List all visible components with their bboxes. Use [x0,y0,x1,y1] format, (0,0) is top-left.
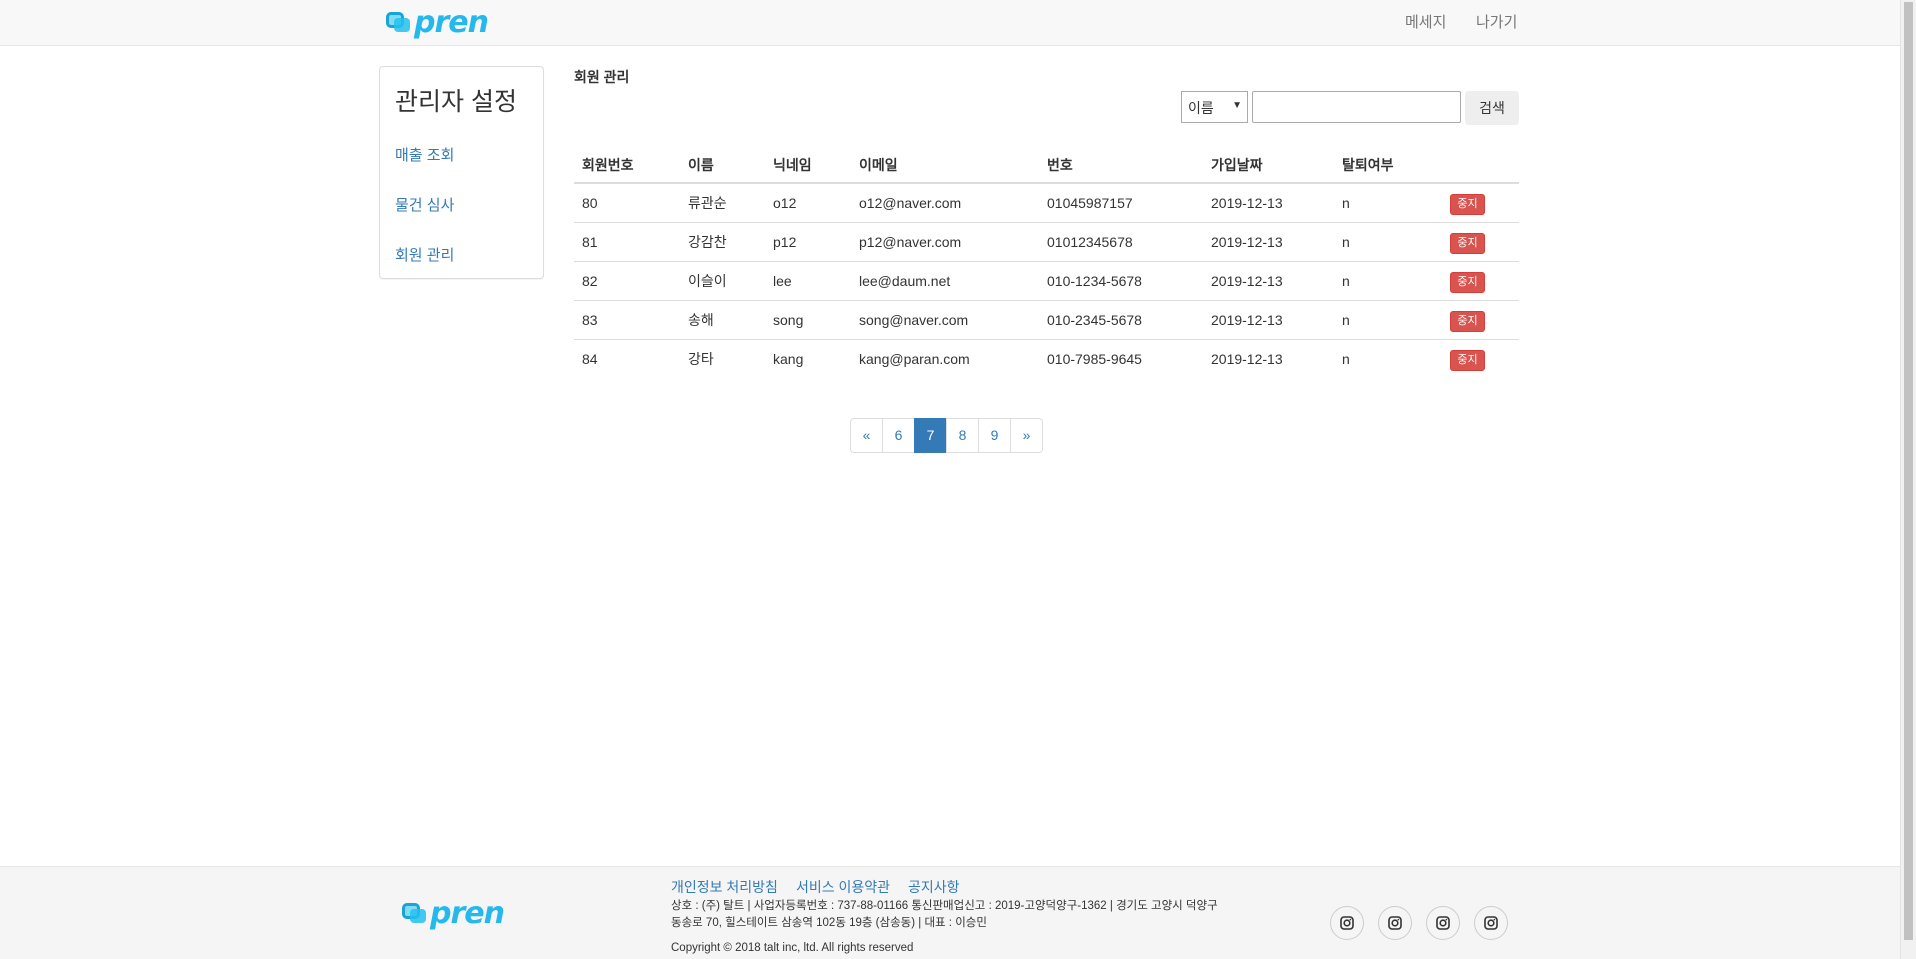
logo-mark-icon [386,12,412,34]
table-row: 80 류관순 o12 o12@naver.com 01045987157 201… [574,182,1519,222]
table-row: 81 강감찬 p12 p12@naver.com 01012345678 201… [574,221,1519,261]
table-row: 82 이슬이 lee lee@daum.net 010-1234-5678 20… [574,260,1519,300]
member-name: 강타 [680,338,765,378]
column-header [1442,148,1519,184]
sidebar-item-review[interactable]: 물건 심사 [395,194,454,215]
column-header: 탈퇴여부 [1334,148,1442,184]
pagination-next[interactable]: » [1010,418,1043,453]
member-id: 83 [574,299,680,339]
member-nickname: lee [765,260,851,300]
logo-text: pren [414,5,489,40]
member-id: 84 [574,338,680,378]
member-email: o12@naver.com [851,182,1039,222]
member-phone: 010-1234-5678 [1039,260,1203,300]
logo-mark-icon [402,903,428,925]
copyright: Copyright © 2018 talt inc, ltd. All righ… [671,942,914,954]
pagination-page[interactable]: 9 [978,418,1011,453]
member-nickname: o12 [765,182,851,222]
member-withdrawn: n [1334,299,1442,339]
footer: pren 개인정보 처리방침 서비스 이용약관 공지사항 상호 : (주) 탈트 |… [0,866,1900,959]
logo-text: pren [430,896,505,931]
footer-logo[interactable]: pren [402,896,505,931]
member-id: 82 [574,260,680,300]
member-email: lee@daum.net [851,260,1039,300]
nav-message-link[interactable]: 메세지 [1405,11,1446,32]
suspend-button[interactable]: 중지 [1450,350,1485,372]
column-header: 닉네임 [765,148,851,184]
member-name: 이슬이 [680,260,765,300]
page-title: 회원 관리 [574,69,630,85]
member-join-date: 2019-12-13 [1203,260,1334,300]
member-withdrawn: n [1334,338,1442,378]
member-nickname: p12 [765,221,851,261]
member-phone: 010-2345-5678 [1039,299,1203,339]
terms-link[interactable]: 서비스 이용약관 [796,879,890,895]
column-header: 이메일 [851,148,1039,184]
company-info: 상호 : (주) 탈트 | 사업자등록번호 : 737-88-01166 통신판… [671,900,1218,929]
table-header-row: 회원번호 이름 닉네임 이메일 번호 가입날짜 탈퇴여부 [574,148,1519,184]
suspend-button[interactable]: 중지 [1450,311,1485,332]
member-id: 81 [574,221,680,261]
nav-exit-link[interactable]: 나가기 [1476,11,1517,32]
member-withdrawn: n [1334,260,1442,300]
member-phone: 01045987157 [1039,182,1203,222]
search-button[interactable]: 검색 [1465,91,1519,125]
instagram-icon[interactable] [1378,906,1412,940]
member-nickname: kang [765,338,851,378]
members-table: 회원번호 이름 닉네임 이메일 번호 가입날짜 탈퇴여부 80 류관순 o12 … [574,148,1519,378]
instagram-icon[interactable] [1426,906,1460,940]
member-email: kang@paran.com [851,338,1039,378]
member-withdrawn: n [1334,182,1442,222]
brand-logo[interactable]: pren [386,5,489,40]
pagination: « 6 7 8 9 » [850,418,1043,453]
suspend-button[interactable]: 중지 [1450,233,1485,254]
pagination-page[interactable]: 8 [946,418,979,453]
member-phone: 01012345678 [1039,221,1203,261]
column-header: 이름 [680,148,765,184]
member-email: p12@naver.com [851,221,1039,261]
table-row: 84 강타 kang kang@paran.com 010-7985-9645 … [574,338,1519,378]
admin-sidebar: 관리자 설정 매출 조회 물건 심사 회원 관리 [379,66,544,279]
footer-links: 개인정보 처리방침 서비스 이용약관 공지사항 [671,877,978,897]
suspend-button[interactable]: 중지 [1450,194,1485,216]
search-type-select[interactable]: 이름 ▼ [1181,91,1248,123]
member-name: 강감찬 [680,221,765,261]
instagram-icon[interactable] [1474,906,1508,940]
table-row: 83 송해 song song@naver.com 010-2345-5678 … [574,299,1519,339]
member-id: 80 [574,182,680,222]
sidebar-item-sales[interactable]: 매출 조회 [395,144,454,165]
pagination-prev[interactable]: « [850,418,883,453]
member-nickname: song [765,299,851,339]
member-join-date: 2019-12-13 [1203,299,1334,339]
member-name: 류관순 [680,182,765,222]
member-join-date: 2019-12-13 [1203,338,1334,378]
member-withdrawn: n [1334,221,1442,261]
member-phone: 010-7985-9645 [1039,338,1203,378]
member-name: 송해 [680,299,765,339]
member-email: song@naver.com [851,299,1039,339]
pagination-page[interactable]: 6 [882,418,915,453]
notice-link[interactable]: 공지사항 [908,879,960,895]
member-join-date: 2019-12-13 [1203,182,1334,222]
page-scrollbar[interactable] [1900,0,1916,959]
instagram-icon[interactable] [1330,906,1364,940]
sidebar-item-members[interactable]: 회원 관리 [395,244,454,265]
scrollbar-thumb[interactable] [1904,2,1913,940]
privacy-policy-link[interactable]: 개인정보 처리방침 [671,879,778,895]
sidebar-title: 관리자 설정 [395,88,517,116]
pagination-page-active[interactable]: 7 [914,418,947,453]
suspend-button[interactable]: 중지 [1450,272,1485,293]
search-type-value: 이름 [1188,100,1214,116]
top-navbar: pren 메세지 나가기 [0,0,1900,46]
column-header: 회원번호 [574,148,680,184]
column-header: 가입날짜 [1203,148,1334,184]
chevron-down-icon: ▼ [1232,100,1242,111]
column-header: 번호 [1039,148,1203,184]
member-join-date: 2019-12-13 [1203,221,1334,261]
search-input[interactable] [1252,91,1461,123]
